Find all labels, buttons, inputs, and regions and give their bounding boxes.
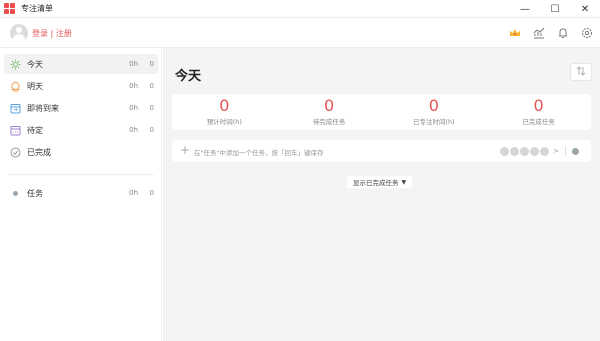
window-controls: — ☐ ✕ xyxy=(510,0,600,18)
plus-icon: + xyxy=(180,143,191,157)
sidebar-item-upcoming[interactable]: 即将到来 0h 0 xyxy=(4,98,158,118)
settings-gear-icon[interactable] xyxy=(580,26,594,40)
sidebar-item-label: 即将到来 xyxy=(27,103,59,113)
minimize-button[interactable]: — xyxy=(510,0,540,18)
project-label: 任务 xyxy=(27,188,43,198)
app-header: 登录 | 注册 xyxy=(0,18,600,48)
window-title: 专注清单 xyxy=(21,4,53,13)
pomodoro-icon[interactable] xyxy=(510,146,520,156)
stat-estimated-time: 0 预计时间(h) xyxy=(172,94,277,130)
add-task-input[interactable]: 在"任务"中添加一个任务，按「回车」键保存 xyxy=(194,147,323,157)
pomodoro-icon[interactable] xyxy=(520,146,530,156)
stat-label: 已完成任务 xyxy=(522,118,555,126)
project-color-dot-icon[interactable] xyxy=(572,147,579,155)
statistics-icon[interactable] xyxy=(532,26,546,40)
stats-card: 0 预计时间(h) 0 待完成任务 0 已专注时间(h) 0 已完成任务 xyxy=(172,94,591,130)
close-button[interactable]: ✕ xyxy=(570,0,600,18)
stat-value: 0 xyxy=(219,96,230,115)
sort-button[interactable] xyxy=(570,63,592,81)
sidebar-item-completed[interactable]: 已完成 xyxy=(4,142,158,162)
pomodoro-icon[interactable] xyxy=(540,146,550,156)
sidebar-project-tasks[interactable]: 任务 0h 0 xyxy=(4,183,158,203)
stat-label: 已专注时间(h) xyxy=(413,118,455,126)
sort-icon xyxy=(576,66,586,78)
sidebar-item-count: 0 xyxy=(149,104,154,112)
avatar[interactable] xyxy=(10,24,28,42)
sidebar-item-label: 明天 xyxy=(27,81,43,91)
sidebar-item-count: 0 xyxy=(149,82,154,90)
title-bar: 专注清单 — ☐ ✕ xyxy=(0,0,600,18)
project-count: 0 xyxy=(149,189,154,197)
sidebar-item-time: 0h xyxy=(129,104,138,112)
sidebar-item-time: 0h xyxy=(129,126,138,134)
sidebar-item-count: 0 xyxy=(149,126,154,134)
sidebar-item-time: 0h xyxy=(129,82,138,90)
sidebar-item-time: 0h xyxy=(129,60,138,68)
maximize-button[interactable]: ☐ xyxy=(540,0,570,18)
sidebar-item-label: 待定 xyxy=(27,125,43,135)
show-completed-button[interactable]: 显示已完成任务 ▼ xyxy=(347,176,413,188)
pomodoro-icon[interactable] xyxy=(500,146,510,156)
sun-icon xyxy=(10,59,21,70)
stat-pending-tasks: 0 待完成任务 xyxy=(277,94,382,130)
stat-label: 预计时间(h) xyxy=(206,118,242,126)
header-actions xyxy=(508,26,594,40)
app-logo-icon xyxy=(4,2,16,15)
stat-focused-time: 0 已专注时间(h) xyxy=(382,94,487,130)
sunrise-icon xyxy=(10,81,21,92)
main-content: 今天 0 预计时间(h) 0 待完成任务 0 已专注时间(h) 0 已完成任务 … xyxy=(163,48,600,341)
login-register-link[interactable]: 登录 | 注册 xyxy=(32,28,72,39)
sidebar: 今天 0h 0 明天 0h 0 即将到来 0h 0 待定 0h 0 已完成 任务… xyxy=(0,48,162,341)
project-dot-icon xyxy=(10,188,21,199)
crown-icon[interactable] xyxy=(508,26,522,40)
divider xyxy=(565,146,566,156)
add-task-bar[interactable]: + 在"任务"中添加一个任务，按「回车」键保存 > xyxy=(172,140,591,162)
sidebar-item-tomorrow[interactable]: 明天 0h 0 xyxy=(4,76,158,96)
stat-value: 0 xyxy=(324,96,335,115)
show-completed-label: 显示已完成任务 xyxy=(353,179,399,187)
bell-icon[interactable] xyxy=(556,26,570,40)
stat-label: 待完成任务 xyxy=(312,118,346,126)
chevron-right-icon[interactable]: > xyxy=(553,147,559,155)
caret-down-icon: ▼ xyxy=(401,178,407,186)
pomodoro-icon[interactable] xyxy=(530,146,540,156)
sidebar-divider xyxy=(8,174,154,175)
sidebar-item-pending[interactable]: 待定 0h 0 xyxy=(4,120,158,140)
stat-completed-tasks: 0 已完成任务 xyxy=(486,94,591,130)
sidebar-item-count: 0 xyxy=(149,60,154,68)
project-time: 0h xyxy=(129,189,138,197)
check-circle-icon xyxy=(10,147,21,158)
upcoming-calendar-icon xyxy=(10,103,21,114)
stat-value: 0 xyxy=(428,96,439,115)
sidebar-item-label: 已完成 xyxy=(27,147,51,157)
stat-value: 0 xyxy=(533,96,544,115)
sidebar-item-label: 今天 xyxy=(27,59,43,69)
sidebar-item-today[interactable]: 今天 0h 0 xyxy=(4,54,158,74)
pending-calendar-icon xyxy=(10,125,21,136)
page-title: 今天 xyxy=(175,69,202,84)
pomodoro-estimate: > xyxy=(500,146,579,156)
